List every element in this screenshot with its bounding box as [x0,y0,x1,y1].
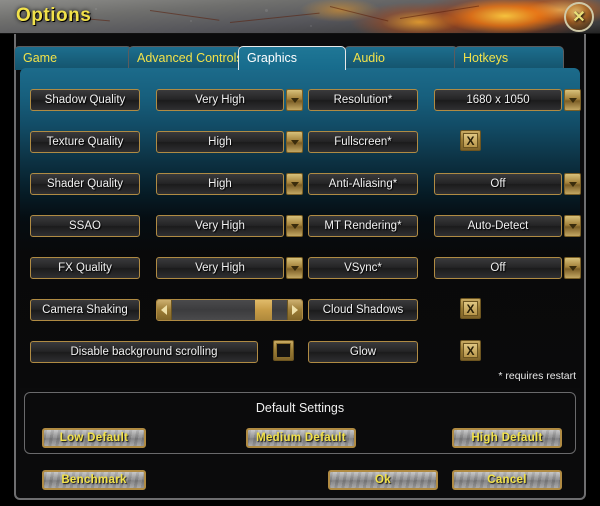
setting-value-resolution[interactable]: 1680 x 1050 [434,89,562,111]
chevron-down-icon-shader-quality[interactable] [286,173,303,195]
chevron-down-icon-fx-quality[interactable] [286,257,303,279]
setting-label-mt-rendering[interactable]: MT Rendering* [308,215,418,237]
tab-game[interactable]: Game [14,46,132,70]
requires-restart-note: * requires restart [498,370,576,382]
options-window: Options ✕ Game Advanced Controls Graphics A… [0,0,600,506]
slider-track[interactable] [171,300,288,320]
setting-value-anti-aliasing[interactable]: Off [434,173,562,195]
chevron-down-icon-shadow-quality[interactable] [286,89,303,111]
chevron-down-icon-anti-aliasing[interactable] [564,173,581,195]
chevron-down-icon-vsync[interactable] [564,257,581,279]
checkbox-fullscreen[interactable]: X [460,130,481,151]
high-default-button[interactable]: High Default [452,428,562,448]
graphics-settings-panel: Shadow Quality Very High Texture Quality Hi… [20,68,581,388]
setting-label-cloud-shadows[interactable]: Cloud Shadows [308,299,418,321]
setting-value-mt-rendering[interactable]: Auto-Detect [434,215,562,237]
checkbox-glow[interactable]: X [460,340,481,361]
setting-value-shadow-quality[interactable]: Very High [156,89,284,111]
benchmark-button[interactable]: Benchmark [42,470,146,490]
slider-right-arrow-icon[interactable] [288,300,302,320]
setting-label-fullscreen[interactable]: Fullscreen* [308,131,418,153]
page-title: Options [16,5,92,26]
slider-thumb[interactable] [255,300,273,320]
setting-value-fx-quality[interactable]: Very High [156,257,284,279]
cancel-button[interactable]: Cancel [452,470,562,490]
tab-bar: Game Advanced Controls Graphics Audio Hotkey… [14,46,586,70]
setting-label-resolution[interactable]: Resolution* [308,89,418,111]
medium-default-button[interactable]: Medium Default [246,428,356,448]
ok-button[interactable]: Ok [328,470,438,490]
chevron-down-icon-ssao[interactable] [286,215,303,237]
tab-audio[interactable]: Audio [344,46,458,70]
setting-value-shader-quality[interactable]: High [156,173,284,195]
chevron-down-icon-resolution[interactable] [564,89,581,111]
check-x-icon: X [463,133,478,148]
checkbox-disable-background-scrolling[interactable] [273,340,294,361]
setting-label-shadow-quality[interactable]: Shadow Quality [30,89,140,111]
setting-value-ssao[interactable]: Very High [156,215,284,237]
checkbox-empty-icon [276,343,291,358]
setting-label-fx-quality[interactable]: FX Quality [30,257,140,279]
tab-hotkeys[interactable]: Hotkeys [454,46,564,70]
check-x-icon: X [463,343,478,358]
setting-label-disable-background-scrolling[interactable]: Disable background scrolling [30,341,258,363]
tab-graphics[interactable]: Graphics [238,46,346,70]
setting-label-texture-quality[interactable]: Texture Quality [30,131,140,153]
low-default-button[interactable]: Low Default [42,428,146,448]
title-bar: Options ✕ [0,0,600,34]
setting-label-vsync[interactable]: VSync* [308,257,418,279]
default-settings-title: Default Settings [255,401,345,415]
checkbox-cloud-shadows[interactable]: X [460,298,481,319]
setting-value-vsync[interactable]: Off [434,257,562,279]
close-icon[interactable]: ✕ [564,2,594,32]
check-x-icon: X [463,301,478,316]
slider-camera-shaking[interactable] [156,299,303,321]
setting-label-shader-quality[interactable]: Shader Quality [30,173,140,195]
slider-left-arrow-icon[interactable] [157,300,171,320]
setting-label-ssao[interactable]: SSAO [30,215,140,237]
setting-label-camera-shaking[interactable]: Camera Shaking [30,299,140,321]
chevron-down-icon-texture-quality[interactable] [286,131,303,153]
tab-advanced-controls[interactable]: Advanced Controls [128,46,242,70]
chevron-down-icon-mt-rendering[interactable] [564,215,581,237]
setting-label-anti-aliasing[interactable]: Anti-Aliasing* [308,173,418,195]
setting-value-texture-quality[interactable]: High [156,131,284,153]
setting-label-glow[interactable]: Glow [308,341,418,363]
